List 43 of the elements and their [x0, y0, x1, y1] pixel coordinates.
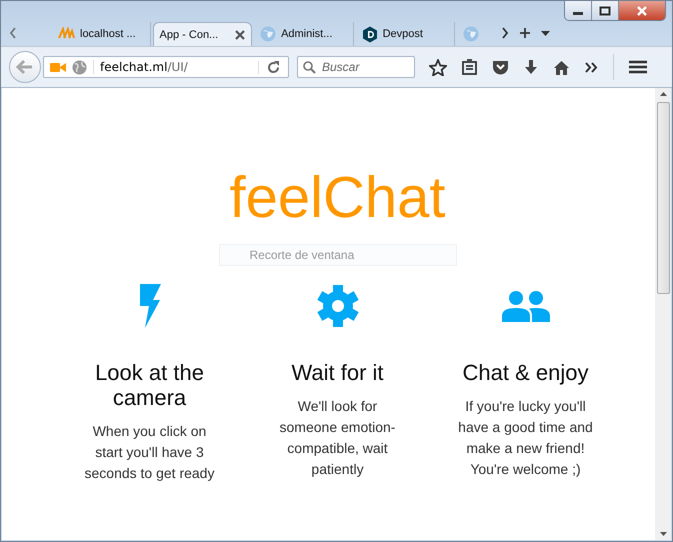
globe-icon: [72, 60, 87, 74]
feature-title: Wait for it: [290, 360, 385, 385]
maximize-button[interactable]: [592, 1, 619, 20]
maximize-icon: [599, 6, 611, 16]
overflow-icon[interactable]: [585, 62, 598, 72]
pocket-icon[interactable]: [492, 60, 509, 74]
globe-icon: [260, 26, 276, 42]
caret-icon[interactable]: [541, 30, 550, 36]
feature-description: If you're lucky you'll have a good time and make a new friend! You're welcome ;): [457, 397, 594, 479]
feature-description: When you click on start you'll have 3 seconds to get ready: [84, 422, 216, 483]
address-bar[interactable]: feelchat.ml/UI/: [43, 56, 289, 78]
minimize-button[interactable]: [565, 1, 592, 20]
scrollbar[interactable]: [655, 88, 671, 540]
feature-title: Chat & enjoy: [462, 360, 590, 385]
logo-text: feelChat: [229, 166, 446, 230]
search-icon: [303, 61, 316, 74]
capture-field[interactable]: Recorte de ventana: [218, 244, 456, 266]
home-icon[interactable]: [553, 60, 570, 74]
scroll-left-icon[interactable]: [9, 27, 17, 39]
reading-list-icon[interactable]: [462, 59, 477, 75]
url-text: feelchat.ml/UI/: [93, 60, 252, 74]
scroll-right-icon[interactable]: [501, 27, 509, 39]
minimize-icon: [573, 12, 583, 15]
browser-tab[interactable]: App - Con...: [152, 22, 252, 46]
star-icon[interactable]: [429, 58, 447, 76]
lightning-icon: [138, 284, 160, 328]
close-icon: [636, 6, 648, 16]
feature-title: Look at the camera: [94, 360, 205, 410]
back-arrow-icon: [16, 59, 34, 75]
new-tab-icon[interactable]: [519, 27, 531, 39]
scroll-up-icon[interactable]: [660, 92, 666, 96]
gear-icon: [316, 285, 358, 327]
feature-description: We'll look for someone emotion-compatible, wait patiently: [278, 397, 396, 479]
scroll-down-icon[interactable]: [660, 532, 666, 536]
people-icon: [502, 290, 550, 322]
menu-icon[interactable]: [629, 60, 647, 74]
download-icon[interactable]: [524, 59, 538, 75]
globe-icon: [463, 26, 480, 42]
close-tab-icon[interactable]: [235, 30, 246, 40]
search-field[interactable]: Buscar: [297, 56, 415, 78]
hexagon-icon: [362, 26, 378, 42]
close-button[interactable]: [619, 1, 665, 20]
scroll-thumb[interactable]: [656, 102, 670, 294]
